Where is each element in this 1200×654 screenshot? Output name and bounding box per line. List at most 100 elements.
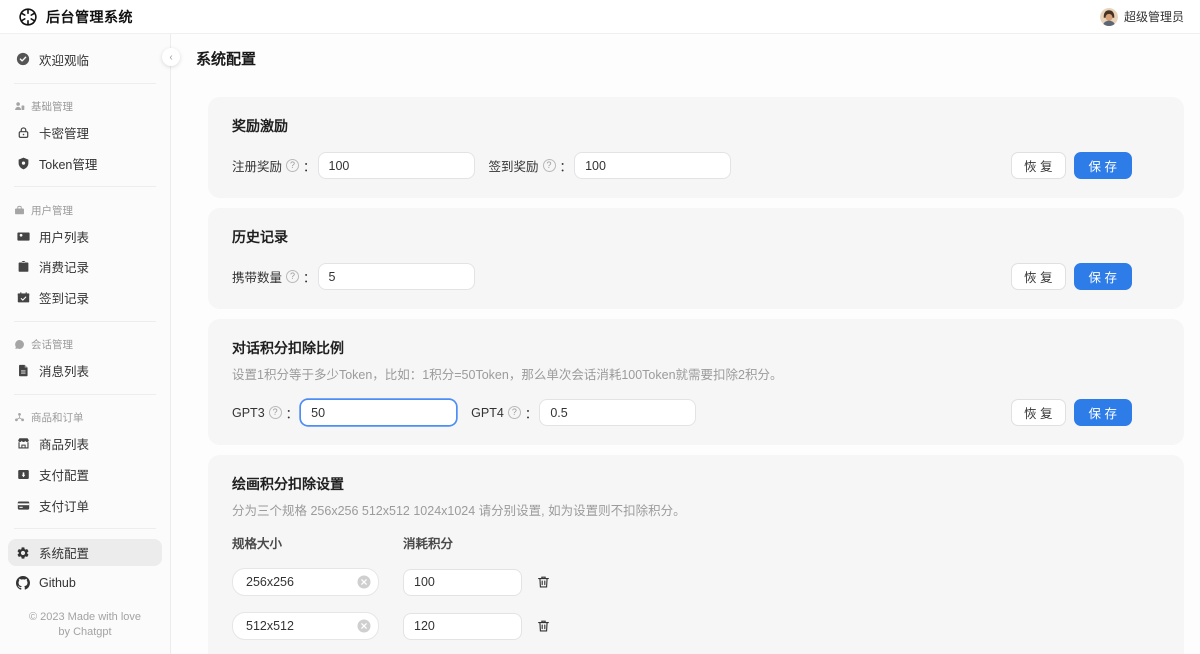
sidebar-item-label: 消费记录 (39, 257, 89, 276)
sidebar-item-cardkey[interactable]: 卡密管理 (8, 119, 162, 146)
calendar-check-icon (16, 290, 30, 304)
points-input[interactable] (403, 613, 522, 640)
orders-nodes-icon (14, 412, 25, 423)
document-icon (16, 364, 30, 378)
clipboard-icon (16, 260, 30, 274)
sidebar-item-label: 支付订单 (39, 496, 89, 515)
field-label: GPT3 (232, 406, 265, 420)
footer-line-1: © 2023 Made with love (8, 610, 162, 625)
sidebar-item-label: 消息列表 (39, 361, 89, 380)
points-input[interactable] (403, 569, 522, 596)
footer-line-2: by Chatgpt (8, 625, 162, 640)
sidebar-divider (14, 186, 156, 187)
field-label: 注册奖励 (232, 156, 282, 175)
field-register-reward: 注册奖励 ? ： (232, 152, 475, 179)
sidebar-section-users: 用户管理 (8, 201, 162, 219)
save-button[interactable]: 保 存 (1074, 152, 1132, 179)
sidebar-collapse-button[interactable]: ‹ (162, 48, 180, 66)
sidebar-section-sessions: 会话管理 (8, 336, 162, 354)
carry-count-input[interactable] (318, 263, 475, 290)
draw-row (232, 568, 1160, 596)
sidebar-item-label: 商品列表 (39, 434, 89, 453)
field-label: GPT4 (471, 406, 504, 420)
card-title: 对话积分扣除比例 (232, 338, 1160, 358)
sidebar-item-label: 卡密管理 (39, 123, 89, 142)
help-icon[interactable]: ? (286, 270, 299, 283)
page-title: 系统配置 (196, 48, 1184, 69)
user-management-icon (14, 205, 25, 216)
register-reward-input[interactable] (318, 152, 475, 179)
sidebar-item-label: Token管理 (39, 154, 97, 173)
sidebar-divider (14, 528, 156, 529)
delete-row-button[interactable] (534, 617, 552, 635)
field-label: 签到奖励 (489, 156, 539, 175)
field-gpt3-ratio: GPT3 ? ： (232, 399, 457, 426)
column-header-points: 消耗积分 (403, 533, 453, 552)
sidebar-item-checkin-records[interactable]: 签到记录 (8, 284, 162, 311)
help-icon[interactable]: ? (543, 159, 556, 172)
github-icon (16, 576, 30, 590)
card-chat-ratio: 对话积分扣除比例 设置1积分等于多少Token，比如：1积分=50Token，那… (208, 319, 1184, 445)
checkin-reward-input[interactable] (574, 152, 731, 179)
sidebar-section-basic: 基础管理 (8, 98, 162, 116)
sidebar-item-label: 支付配置 (39, 465, 89, 484)
basic-management-icon (14, 101, 25, 112)
gpt4-ratio-input[interactable] (539, 399, 696, 426)
sidebar-section-label: 商品和订单 (31, 410, 84, 425)
label-colon: ： (303, 267, 316, 286)
sidebar-section-orders: 商品和订单 (8, 409, 162, 427)
sidebar-item-token[interactable]: Token管理 (8, 150, 162, 177)
sidebar-item-label: 欢迎观临 (39, 50, 89, 69)
card-subtitle: 分为三个规格 256x256 512x512 1024x1024 请分别设置, … (232, 500, 1160, 519)
lock-icon (16, 126, 30, 140)
card-title: 绘画积分扣除设置 (232, 474, 1160, 494)
user-name: 超级管理员 (1124, 8, 1184, 25)
brand: 后台管理系统 (18, 7, 133, 27)
sidebar-item-label: 用户列表 (39, 227, 89, 246)
clear-icon[interactable] (357, 619, 371, 633)
restore-button[interactable]: 恢 复 (1011, 152, 1065, 179)
restore-button[interactable]: 恢 复 (1011, 399, 1065, 426)
sidebar-item-label: Github (39, 576, 76, 590)
credit-card-icon (16, 498, 30, 512)
field-checkin-reward: 签到奖励 ? ： (489, 152, 732, 179)
sidebar-item-github[interactable]: Github (8, 570, 162, 597)
field-label: 携带数量 (232, 267, 282, 286)
sidebar-divider (14, 321, 156, 322)
user-menu[interactable]: 超级管理员 (1100, 8, 1184, 26)
sidebar-section-label: 会话管理 (31, 337, 73, 352)
help-icon[interactable]: ? (508, 406, 521, 419)
card-reward: 奖励激励 注册奖励 ? ： 签到奖励 ? ： (208, 97, 1184, 198)
gpt3-ratio-input[interactable] (300, 399, 457, 426)
sidebar: 欢迎观临 基础管理 卡密管理 Token管理 用户管理 (0, 34, 171, 654)
clear-icon[interactable] (357, 575, 371, 589)
delete-row-button[interactable] (534, 573, 552, 591)
sidebar-item-product-list[interactable]: 商品列表 (8, 431, 162, 458)
save-button[interactable]: 保 存 (1074, 399, 1132, 426)
app-title: 后台管理系统 (46, 7, 133, 27)
gear-icon (16, 546, 30, 560)
openai-logo-icon (18, 7, 38, 27)
draw-row (232, 612, 1160, 640)
help-icon[interactable]: ? (286, 159, 299, 172)
restore-button[interactable]: 恢 复 (1011, 263, 1065, 290)
chat-management-icon (14, 339, 25, 350)
card-draw-settings: 绘画积分扣除设置 分为三个规格 256x256 512x512 1024x102… (208, 455, 1184, 654)
sidebar-item-user-list[interactable]: 用户列表 (8, 223, 162, 250)
sidebar-item-welcome[interactable]: 欢迎观临 (8, 46, 162, 73)
label-colon: ： (303, 156, 316, 175)
id-card-icon (16, 229, 30, 243)
top-header: 后台管理系统 超级管理员 (0, 0, 1200, 34)
label-colon: ： (560, 156, 573, 175)
help-icon[interactable]: ? (269, 406, 282, 419)
save-button[interactable]: 保 存 (1074, 263, 1132, 290)
sidebar-item-consume-records[interactable]: 消费记录 (8, 254, 162, 281)
card-title: 奖励激励 (232, 116, 1160, 136)
sidebar-item-payment-config[interactable]: 支付配置 (8, 461, 162, 488)
card-subtitle: 设置1积分等于多少Token，比如：1积分=50Token，那么单次会话消耗10… (232, 364, 1160, 383)
sidebar-item-payment-orders[interactable]: 支付订单 (8, 492, 162, 519)
sidebar-section-label: 用户管理 (31, 203, 73, 218)
sidebar-item-system-config[interactable]: 系统配置 (8, 539, 162, 566)
sidebar-item-message-list[interactable]: 消息列表 (8, 357, 162, 384)
card-title: 历史记录 (232, 227, 1160, 247)
